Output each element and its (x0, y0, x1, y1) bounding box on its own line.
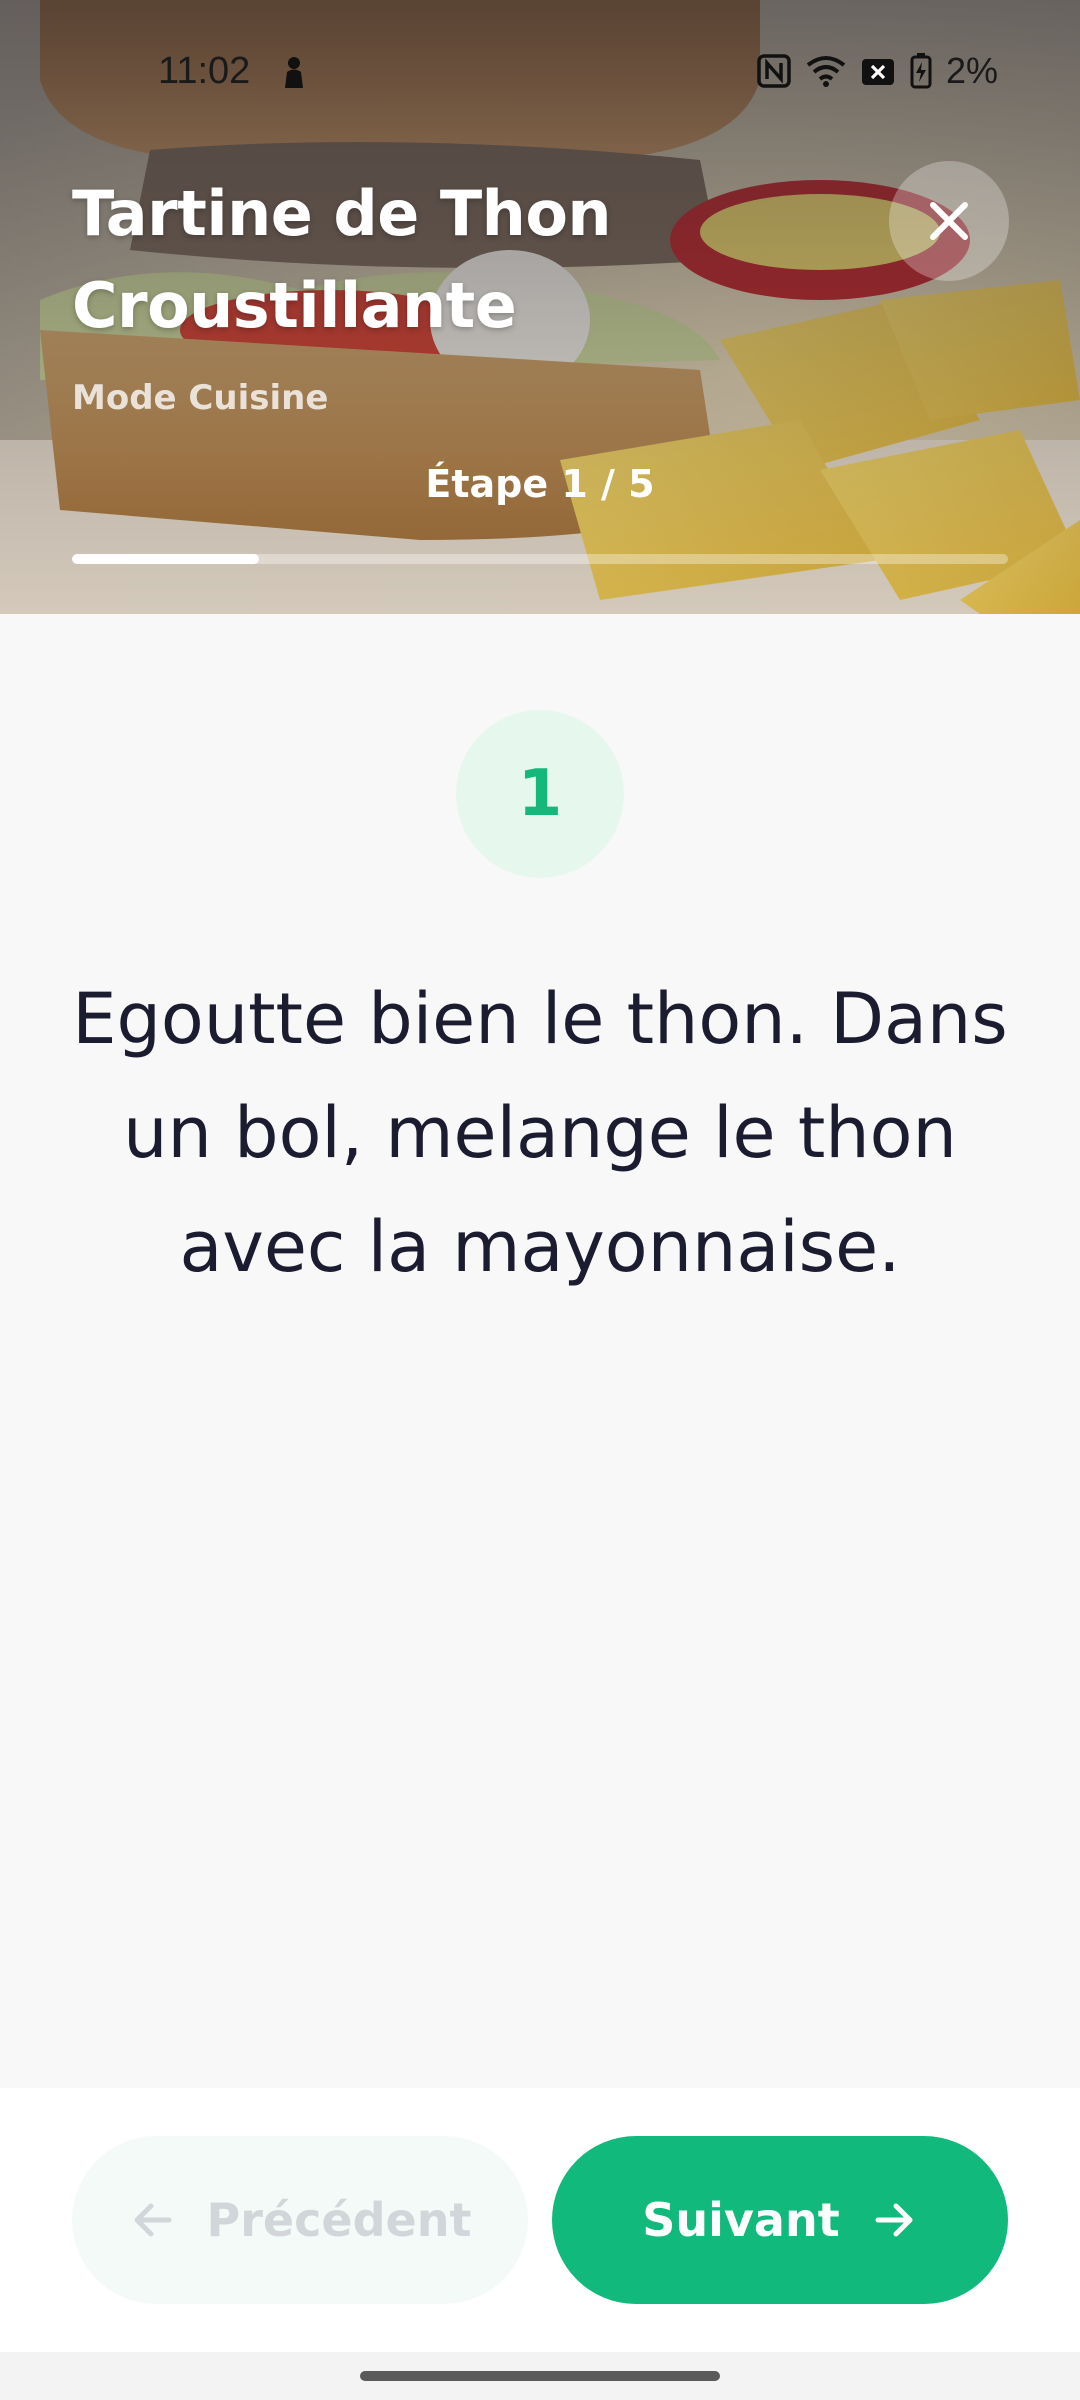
previous-button-label: Précédent (206, 2193, 472, 2247)
step-navigation: Précédent Suivant (0, 2088, 1080, 2352)
previous-button[interactable]: Précédent (72, 2136, 528, 2304)
home-gesture-handle[interactable] (360, 2371, 720, 2381)
arrow-left-icon (134, 2203, 172, 2237)
step-indicator: Étape 1 / 5 (425, 462, 655, 506)
step-instruction: Egoutte bien le thon. Dans un bol, melan… (72, 978, 1008, 1288)
wifi-icon (806, 56, 846, 87)
status-bar: 11:02 2% (0, 40, 1080, 104)
person-icon (285, 57, 303, 88)
arrow-right-icon (875, 2203, 913, 2237)
status-time: 11:02 (158, 50, 251, 92)
step-number-badge: 1 (456, 710, 624, 878)
step-number: 1 (517, 757, 563, 831)
battery-charging-icon (910, 53, 932, 89)
no-sim-icon (861, 59, 894, 85)
gesture-navigation-area (0, 2352, 1080, 2400)
close-icon (930, 202, 968, 240)
recipe-header: 11:02 2% Tartine de Thon Croustillante M… (0, 0, 1080, 614)
next-button[interactable]: Suivant (552, 2136, 1008, 2304)
next-button-label: Suivant (642, 2193, 840, 2247)
nfc-icon (757, 54, 791, 88)
step-progress-bar (72, 554, 1008, 564)
close-button[interactable] (889, 161, 1009, 281)
recipe-title: Tartine de Thon Croustillante (72, 177, 612, 342)
battery-percent: 2% (945, 50, 998, 91)
step-content: 1 Egoutte bien le thon. Dans un bol, mel… (0, 614, 1080, 2088)
step-progress-fill (72, 554, 260, 564)
mode-label: Mode Cuisine (72, 378, 329, 418)
